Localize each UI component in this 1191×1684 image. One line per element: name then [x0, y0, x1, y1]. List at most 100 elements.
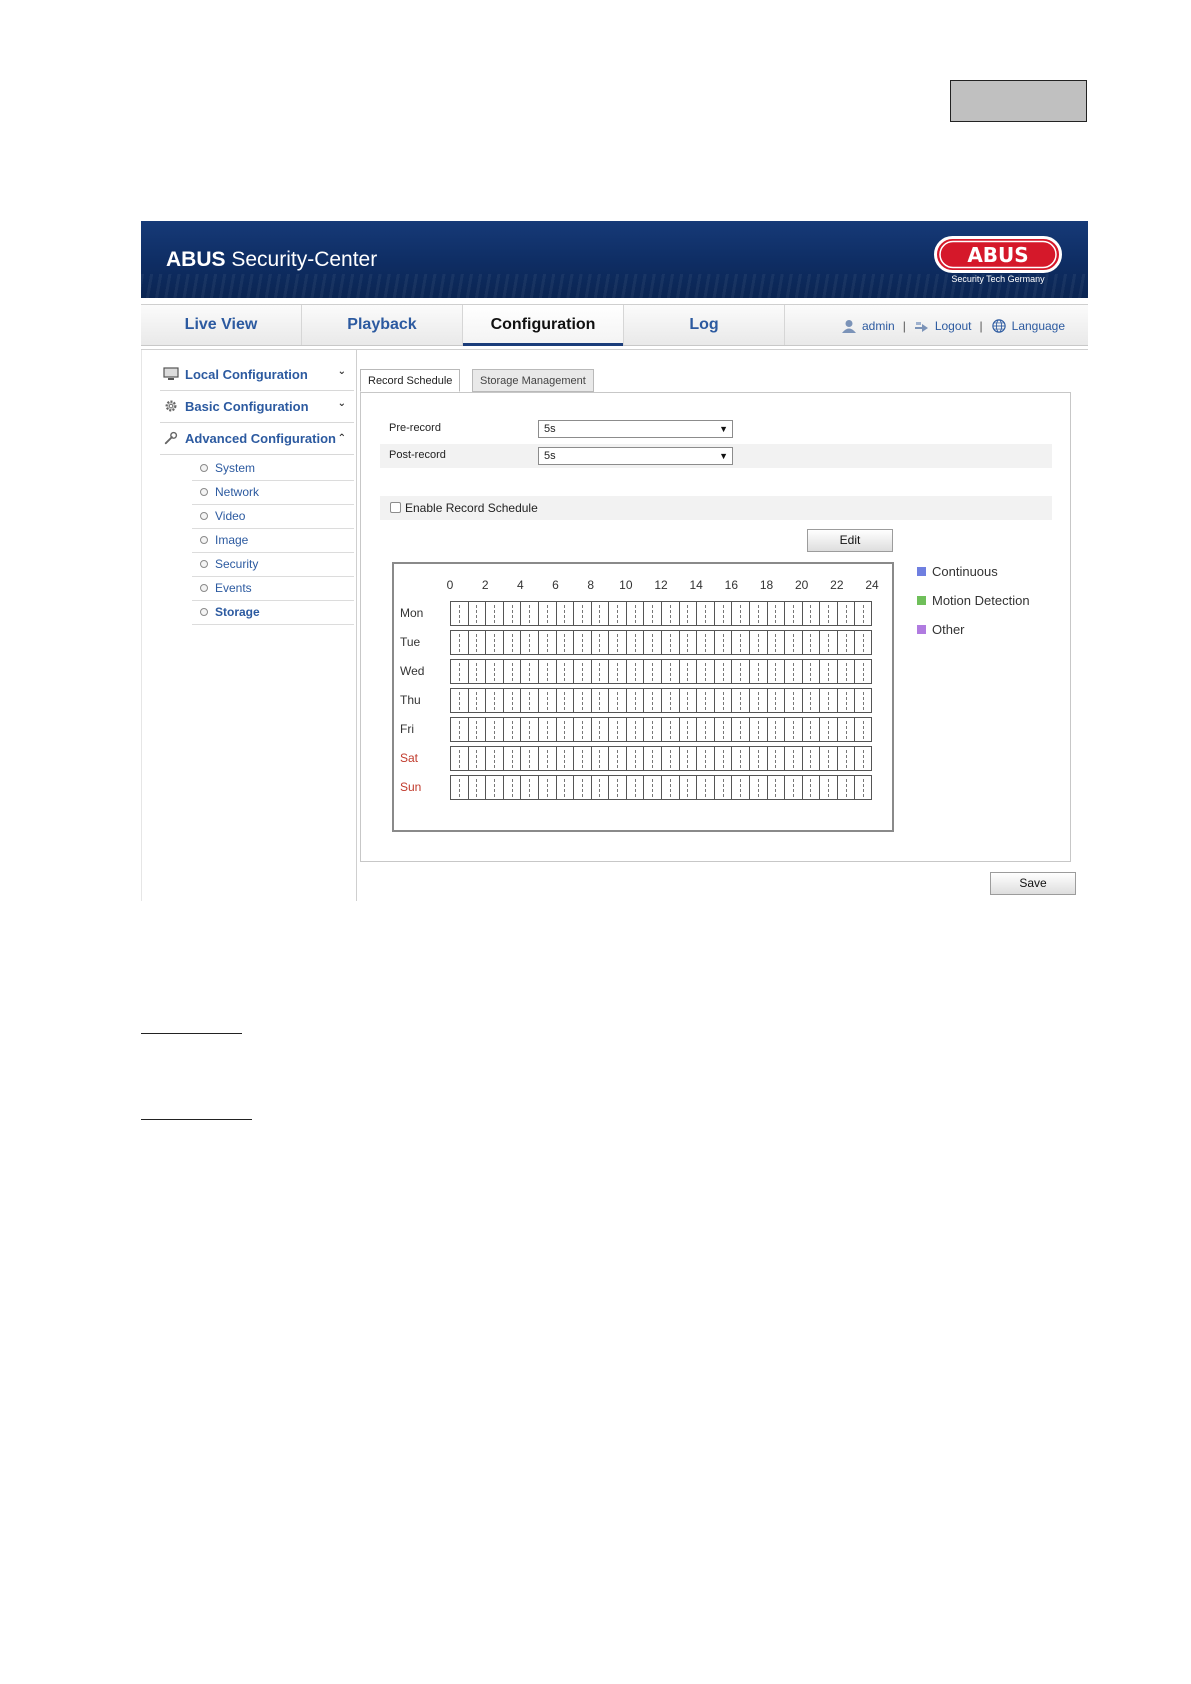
sidebar-item-system[interactable]: System	[192, 456, 354, 481]
hour-gridline	[537, 718, 539, 741]
bullet-icon	[200, 608, 208, 616]
chevron-down-icon: ⌄	[337, 366, 346, 377]
half-hour-gridline	[458, 721, 460, 739]
hour-gridline	[608, 776, 610, 799]
half-hour-gridline	[564, 605, 566, 623]
hour-gridline	[678, 660, 680, 683]
sidebar-item-label: Events	[215, 581, 252, 595]
sidebar-group-advanced-configuration[interactable]: Advanced Configuration ⌃	[160, 423, 354, 455]
hour-gridline	[625, 660, 627, 683]
half-hour-gridline	[687, 721, 689, 739]
half-hour-gridline	[757, 779, 759, 797]
half-hour-gridline	[722, 605, 724, 623]
schedule-grid[interactable]: 0 2 4 6 8 10 12 14 16 18 20 22 24 Mon Tue Wed Thu Fri Sat S…	[392, 562, 894, 832]
half-hour-gridline	[634, 692, 636, 710]
hour-gridline	[784, 747, 786, 770]
hour-gridline	[713, 747, 715, 770]
bullet-icon	[200, 512, 208, 520]
hour-gridline	[713, 689, 715, 712]
bullet-icon	[200, 536, 208, 544]
schedule-day-row[interactable]	[450, 659, 872, 684]
schedule-day-row[interactable]	[450, 630, 872, 655]
enable-record-schedule-checkbox[interactable]	[390, 502, 401, 513]
half-hour-gridline	[775, 779, 777, 797]
half-hour-gridline	[757, 605, 759, 623]
half-hour-gridline	[757, 721, 759, 739]
logout-link[interactable]: Logout	[935, 319, 972, 333]
sidebar-group-local-configuration[interactable]: Local Configuration ⌄	[160, 359, 354, 391]
hour-gridline	[590, 660, 592, 683]
half-hour-gridline	[458, 634, 460, 652]
half-hour-gridline	[511, 634, 513, 652]
hour-label: 6	[552, 578, 559, 592]
sidebar-item-events[interactable]: Events	[192, 576, 354, 601]
hour-gridline	[731, 602, 733, 625]
half-hour-gridline	[511, 605, 513, 623]
legend-swatch	[917, 567, 926, 576]
hour-gridline	[537, 689, 539, 712]
half-hour-gridline	[564, 692, 566, 710]
hour-gridline	[573, 660, 575, 683]
half-hour-gridline	[757, 663, 759, 681]
hour-gridline	[608, 747, 610, 770]
nav-tab-playback[interactable]: Playback	[302, 305, 463, 345]
post-record-select[interactable]: 5s ▼	[538, 447, 733, 465]
sidebar-item-video[interactable]: Video	[192, 504, 354, 529]
edit-button[interactable]: Edit	[807, 529, 893, 552]
user-name-link[interactable]: admin	[862, 319, 895, 333]
half-hour-gridline	[599, 721, 601, 739]
nav-tab-live-view[interactable]: Live View	[141, 305, 302, 345]
hour-gridline	[678, 689, 680, 712]
hour-gridline	[819, 660, 821, 683]
app-title-brand: ABUS	[166, 248, 226, 271]
sidebar-group-label: Local Configuration	[185, 367, 308, 382]
sidebar: Local Configuration ⌄ Basic Configuratio…	[141, 350, 357, 901]
sidebar-item-security[interactable]: Security	[192, 552, 354, 577]
hour-gridline	[520, 776, 522, 799]
sidebar-group-basic-configuration[interactable]: Basic Configuration ⌄	[160, 391, 354, 423]
sidebar-item-storage[interactable]: Storage	[192, 600, 354, 625]
hour-gridline	[590, 718, 592, 741]
sidebar-item-label: Image	[215, 533, 249, 547]
hour-gridline	[836, 747, 838, 770]
nav-tab-configuration[interactable]: Configuration	[463, 305, 624, 346]
hour-gridline	[555, 660, 557, 683]
half-hour-gridline	[810, 634, 812, 652]
tab-record-schedule[interactable]: Record Schedule	[360, 369, 461, 392]
half-hour-gridline	[863, 605, 865, 623]
sidebar-group-label: Basic Configuration	[185, 399, 309, 414]
hour-gridline	[590, 631, 592, 654]
hour-gridline	[467, 660, 469, 683]
hour-gridline	[713, 602, 715, 625]
pre-record-row: Pre-record 5s ▼	[380, 417, 1052, 441]
hour-gridline	[748, 689, 750, 712]
hour-gridline	[467, 689, 469, 712]
schedule-day-row[interactable]	[450, 601, 872, 626]
hour-label: 4	[516, 578, 524, 592]
tab-storage-management[interactable]: Storage Management	[472, 369, 594, 392]
nav-tab-log[interactable]: Log	[624, 305, 785, 345]
schedule-day-row[interactable]	[450, 717, 872, 742]
schedule-day-row[interactable]	[450, 688, 872, 713]
half-hour-gridline	[617, 634, 619, 652]
hour-label: 2	[481, 578, 489, 592]
schedule-day-row[interactable]	[450, 746, 872, 771]
half-hour-gridline	[564, 750, 566, 768]
language-link[interactable]: Language	[1012, 319, 1065, 333]
sidebar-item-image[interactable]: Image	[192, 528, 354, 553]
hour-gridline	[485, 602, 487, 625]
hour-gridline	[590, 776, 592, 799]
hour-gridline	[731, 747, 733, 770]
half-hour-gridline	[634, 605, 636, 623]
half-hour-gridline	[564, 663, 566, 681]
half-hour-gridline	[564, 634, 566, 652]
hour-gridline	[661, 747, 662, 770]
hour-gridline	[661, 660, 662, 683]
half-hour-gridline	[845, 721, 847, 739]
sidebar-item-network[interactable]: Network	[192, 480, 354, 505]
logo-tagline: Security Tech Germany	[951, 274, 1045, 284]
hour-gridline	[467, 631, 469, 654]
pre-record-select[interactable]: 5s ▼	[538, 420, 733, 438]
save-button[interactable]: Save	[990, 872, 1076, 895]
schedule-day-row[interactable]	[450, 775, 872, 800]
